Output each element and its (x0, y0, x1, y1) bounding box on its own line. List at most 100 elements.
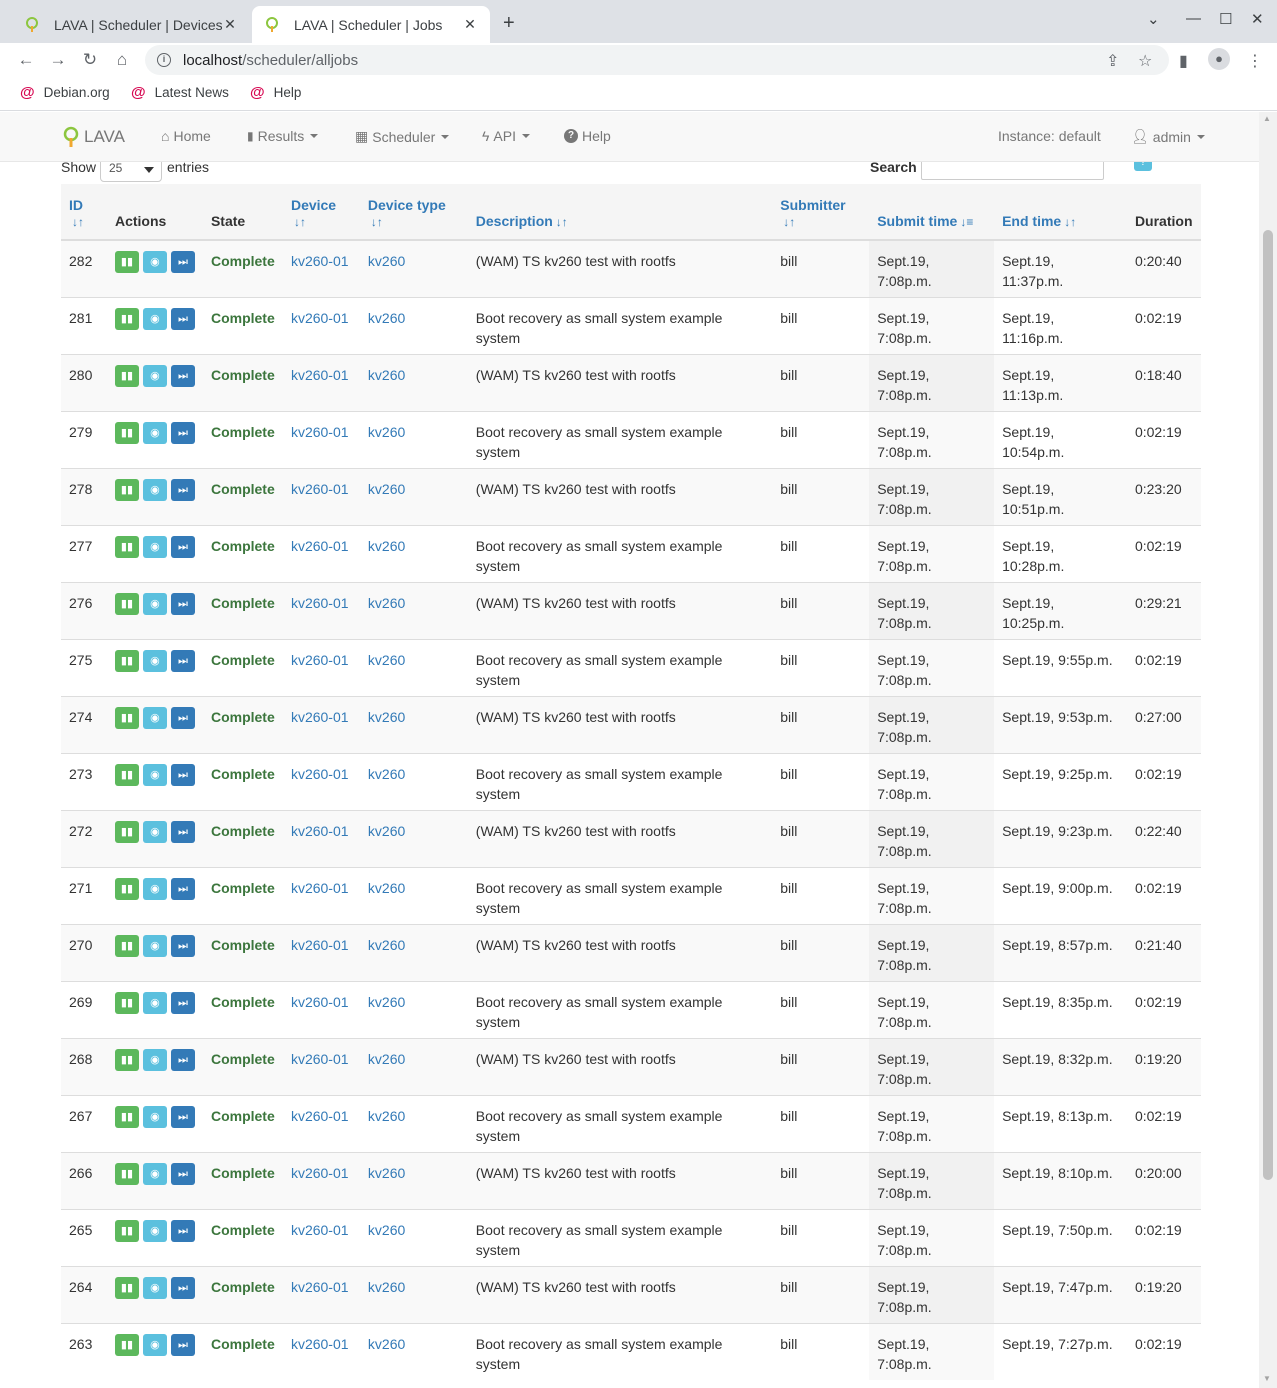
results-bar-chart-icon[interactable]: ▮▮ (114, 1105, 139, 1128)
page-scrollbar[interactable]: ▲ ▼ (1259, 112, 1277, 1388)
nav-home[interactable]: ⌂ Home (161, 128, 211, 144)
device-link[interactable]: kv260-01 (291, 994, 349, 1010)
reload-icon[interactable]: ↻ (78, 49, 102, 71)
bookmark-star-icon[interactable]: ☆ (1138, 51, 1152, 71)
results-bar-chart-icon[interactable]: ▮▮ (114, 1162, 139, 1185)
device-type-link[interactable]: kv260 (368, 1051, 405, 1067)
view-eye-icon[interactable]: ◉ (142, 592, 167, 615)
close-tab-icon[interactable]: ✕ (222, 16, 238, 33)
column-header-id[interactable]: ID ↓↑ (61, 184, 107, 241)
nav-scheduler[interactable]: ▦ Scheduler (355, 128, 450, 145)
results-bar-chart-icon[interactable]: ▮▮ (114, 1048, 139, 1071)
device-type-link[interactable]: kv260 (368, 310, 405, 326)
view-eye-icon[interactable]: ◉ (142, 535, 167, 558)
results-bar-chart-icon[interactable]: ▮▮ (114, 877, 139, 900)
view-eye-icon[interactable]: ◉ (142, 1276, 167, 1299)
results-bar-chart-icon[interactable]: ▮▮ (114, 307, 139, 330)
device-link[interactable]: kv260-01 (291, 709, 349, 725)
results-bar-chart-icon[interactable]: ▮▮ (114, 364, 139, 387)
minimize-icon[interactable]: — (1186, 10, 1201, 27)
skip-forward-icon[interactable]: ⏭ (170, 478, 195, 501)
device-type-link[interactable]: kv260 (368, 481, 405, 497)
device-type-link[interactable]: kv260 (368, 1336, 405, 1352)
device-link[interactable]: kv260-01 (291, 766, 349, 782)
skip-forward-icon[interactable]: ⏭ (170, 535, 195, 558)
device-type-link[interactable]: kv260 (368, 880, 405, 896)
scroll-down-arrow-icon[interactable]: ▼ (1263, 1374, 1271, 1383)
skip-forward-icon[interactable]: ⏭ (170, 649, 195, 672)
close-tab-icon[interactable]: ✕ (462, 16, 478, 33)
forward-icon[interactable]: → (46, 49, 70, 71)
bookmark-help[interactable]: @ Help (250, 84, 301, 101)
close-window-icon[interactable]: ✕ (1251, 10, 1264, 28)
results-bar-chart-icon[interactable]: ▮▮ (114, 991, 139, 1014)
device-link[interactable]: kv260-01 (291, 253, 349, 269)
view-eye-icon[interactable]: ◉ (142, 1048, 167, 1071)
column-header-device-type[interactable]: Device type ↓↑ (359, 184, 468, 241)
view-eye-icon[interactable]: ◉ (142, 877, 167, 900)
view-eye-icon[interactable]: ◉ (142, 478, 167, 501)
skip-forward-icon[interactable]: ⏭ (170, 763, 195, 786)
results-bar-chart-icon[interactable]: ▮▮ (114, 934, 139, 957)
device-link[interactable]: kv260-01 (291, 424, 349, 440)
view-eye-icon[interactable]: ◉ (142, 763, 167, 786)
back-icon[interactable]: ← (14, 49, 38, 71)
skip-forward-icon[interactable]: ⏭ (170, 1105, 195, 1128)
device-link[interactable]: kv260-01 (291, 310, 349, 326)
skip-forward-icon[interactable]: ⏭ (170, 592, 195, 615)
device-link[interactable]: kv260-01 (291, 1222, 349, 1238)
view-eye-icon[interactable]: ◉ (142, 991, 167, 1014)
skip-forward-icon[interactable]: ⏭ (170, 1048, 195, 1071)
results-bar-chart-icon[interactable]: ▮▮ (114, 478, 139, 501)
view-eye-icon[interactable]: ◉ (142, 649, 167, 672)
results-bar-chart-icon[interactable]: ▮▮ (114, 421, 139, 444)
site-info-icon[interactable]: i (157, 53, 171, 67)
view-eye-icon[interactable]: ◉ (142, 251, 167, 273)
device-type-link[interactable]: kv260 (368, 994, 405, 1010)
device-type-link[interactable]: kv260 (368, 766, 405, 782)
skip-forward-icon[interactable]: ⏭ (170, 307, 195, 330)
view-eye-icon[interactable]: ◉ (142, 307, 167, 330)
browser-tab-devices[interactable]: LAVA | Scheduler | Devices ✕ (12, 6, 250, 43)
view-eye-icon[interactable]: ◉ (142, 1162, 167, 1185)
column-header-device[interactable]: Device ↓↑ (282, 184, 360, 241)
results-bar-chart-icon[interactable]: ▮▮ (114, 592, 139, 615)
view-eye-icon[interactable]: ◉ (142, 1333, 167, 1356)
nav-results[interactable]: ▮ Results (247, 128, 319, 144)
skip-forward-icon[interactable]: ⏭ (170, 421, 195, 444)
results-bar-chart-icon[interactable]: ▮▮ (114, 1333, 139, 1356)
skip-forward-icon[interactable]: ⏭ (170, 1333, 195, 1356)
device-link[interactable]: kv260-01 (291, 937, 349, 953)
device-link[interactable]: kv260-01 (291, 880, 349, 896)
profile-avatar-icon[interactable]: ● (1208, 48, 1230, 70)
bookmark-debian[interactable]: @ Debian.org (20, 84, 110, 101)
skip-forward-icon[interactable]: ⏭ (170, 706, 195, 729)
column-header-submitter[interactable]: Submitter ↓↑ (772, 184, 870, 241)
device-type-link[interactable]: kv260 (368, 595, 405, 611)
skip-forward-icon[interactable]: ⏭ (170, 877, 195, 900)
device-link[interactable]: kv260-01 (291, 1279, 349, 1295)
skip-forward-icon[interactable]: ⏭ (170, 820, 195, 843)
device-link[interactable]: kv260-01 (291, 823, 349, 839)
url-input[interactable]: i localhost/scheduler/alljobs (145, 45, 1169, 75)
skip-forward-icon[interactable]: ⏭ (170, 934, 195, 957)
device-link[interactable]: kv260-01 (291, 1051, 349, 1067)
device-type-link[interactable]: kv260 (368, 709, 405, 725)
side-panel-icon[interactable]: ▮ (1179, 51, 1188, 71)
view-eye-icon[interactable]: ◉ (142, 706, 167, 729)
view-eye-icon[interactable]: ◉ (142, 820, 167, 843)
device-type-link[interactable]: kv260 (368, 1165, 405, 1181)
device-type-link[interactable]: kv260 (368, 652, 405, 668)
skip-forward-icon[interactable]: ⏭ (170, 1219, 195, 1242)
menu-kebab-icon[interactable]: ⋮ (1247, 51, 1263, 71)
home-icon[interactable]: ⌂ (110, 49, 134, 71)
results-bar-chart-icon[interactable]: ▮▮ (114, 649, 139, 672)
skip-forward-icon[interactable]: ⏭ (170, 991, 195, 1014)
view-eye-icon[interactable]: ◉ (142, 1105, 167, 1128)
column-header-end-time[interactable]: End time ↓↑ (994, 184, 1127, 241)
bookmark-latest-news[interactable]: @ Latest News (131, 84, 229, 101)
nav-api[interactable]: ϟ API (482, 128, 530, 144)
skip-forward-icon[interactable]: ⏭ (170, 364, 195, 387)
skip-forward-icon[interactable]: ⏭ (170, 1162, 195, 1185)
device-link[interactable]: kv260-01 (291, 595, 349, 611)
